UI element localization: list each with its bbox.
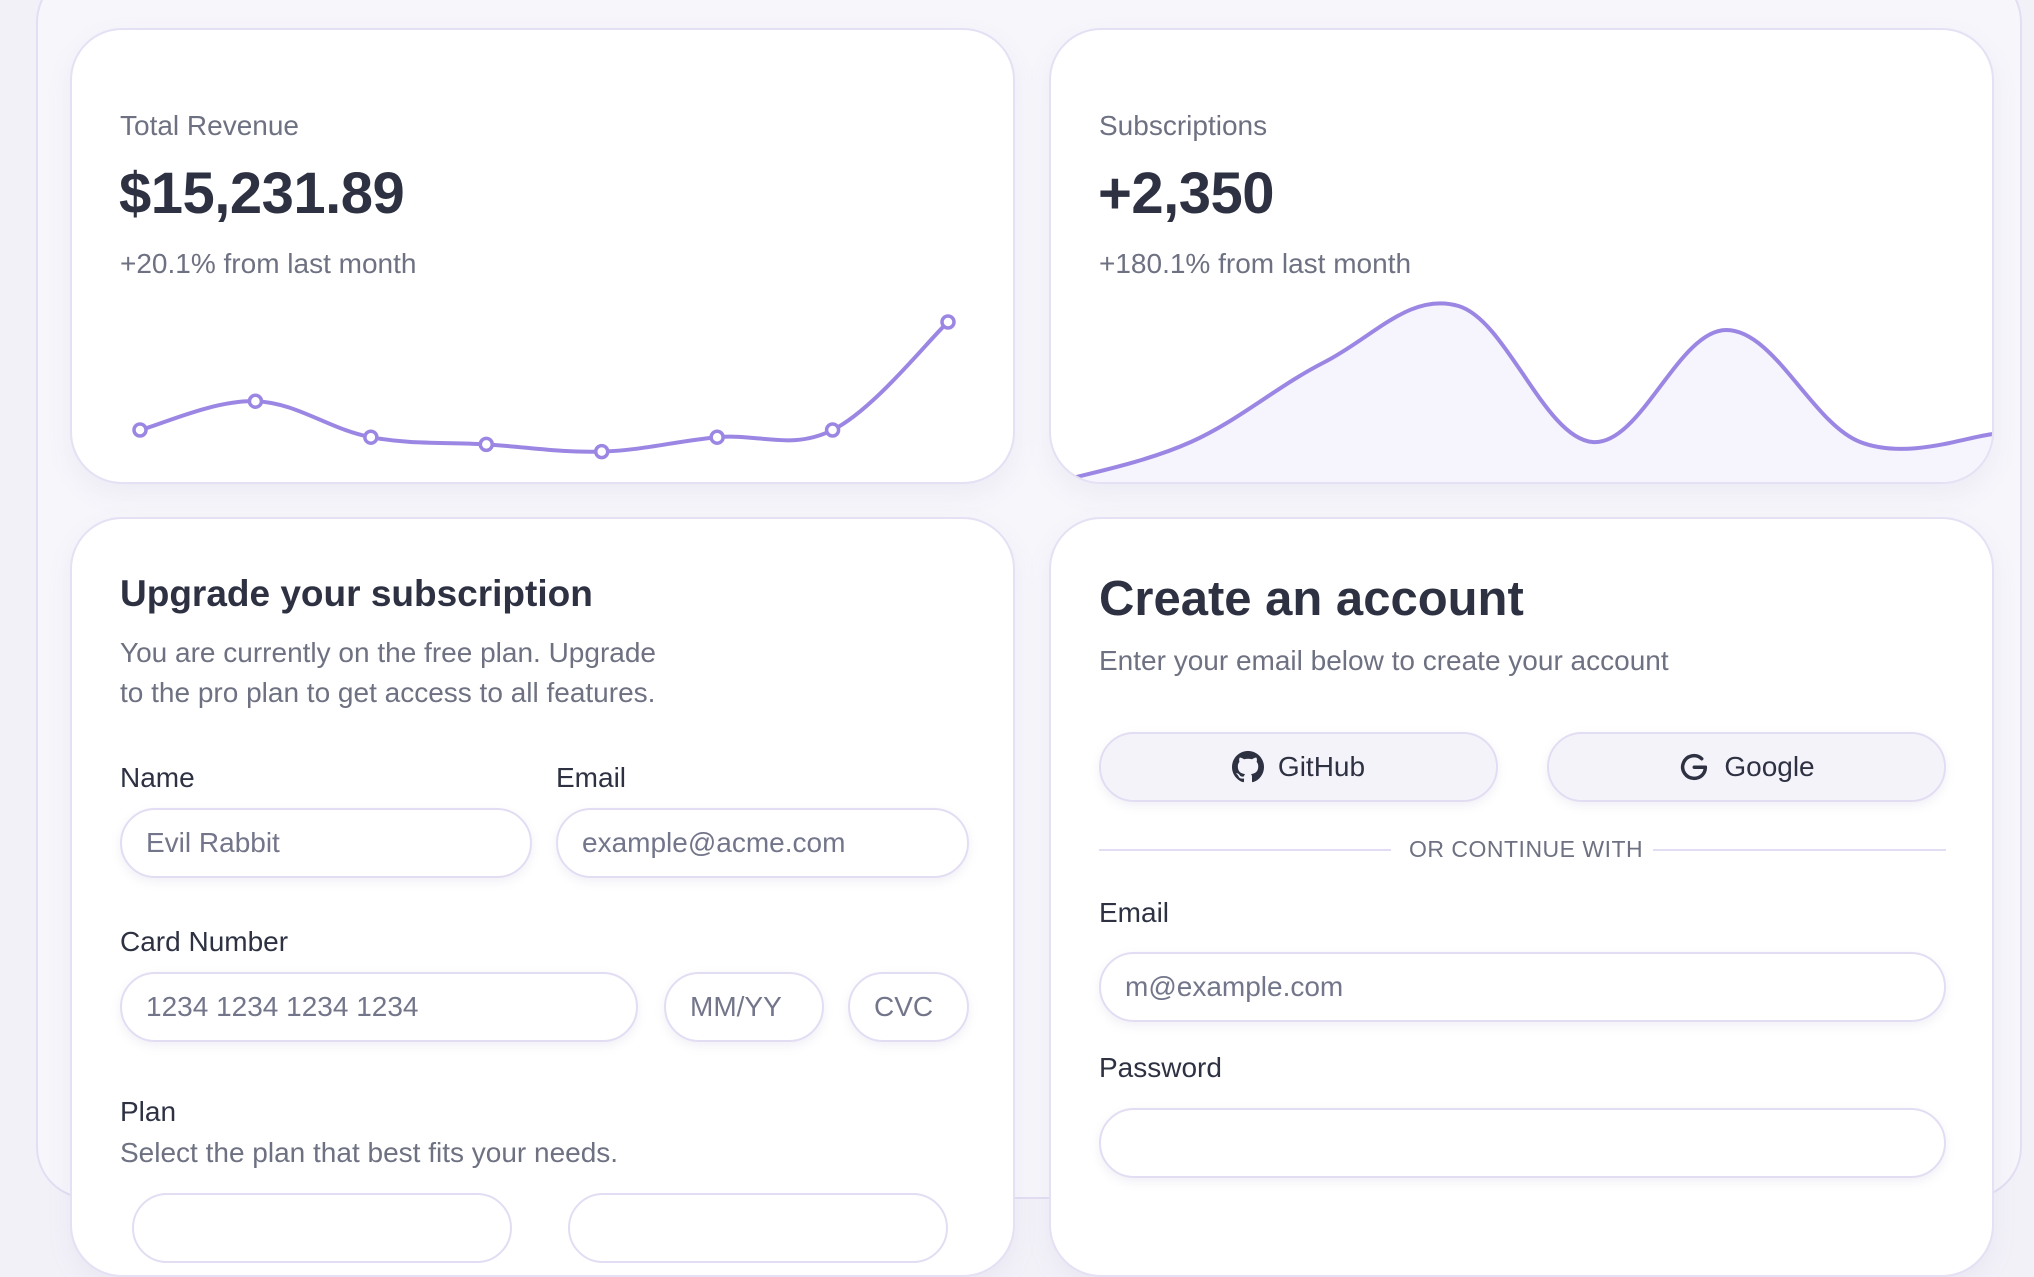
data-point: [593, 443, 610, 460]
plan-option-starter[interactable]: [132, 1193, 512, 1263]
name-label: Name: [120, 762, 195, 793]
create-account-card: Create an account Enter your email below…: [1049, 517, 1994, 1277]
data-point: [709, 429, 725, 445]
card-number-input[interactable]: 1234 1234 1234 1234: [120, 972, 638, 1042]
upgrade-description-line2: to the pro plan to get access to all fea…: [120, 677, 656, 708]
cvc-input[interactable]: CVC: [848, 972, 969, 1042]
subscriptions-area-chart: [1055, 301, 1992, 482]
divider-right: [1653, 849, 1946, 851]
data-point: [824, 422, 841, 438]
name-input[interactable]: Evil Rabbit: [120, 808, 532, 878]
data-point: [132, 422, 148, 438]
data-point: [247, 393, 264, 409]
upgrade-subscription-card: Upgrade your subscription You are curren…: [70, 517, 1015, 1277]
github-button[interactable]: GitHub: [1099, 732, 1498, 802]
google-icon: [1678, 751, 1710, 783]
google-label: Google: [1724, 751, 1815, 782]
account-email-label: Email: [1099, 897, 1170, 928]
github-label: GitHub: [1277, 751, 1366, 782]
account-subtitle: Enter your email below to create your ac…: [1099, 645, 1669, 676]
password-label: Password: [1099, 1052, 1222, 1083]
google-button[interactable]: Google: [1547, 732, 1946, 802]
series-area: [1057, 303, 1992, 482]
subscriptions-card: Subscriptions +2,350 +180.1% from last m…: [1049, 28, 1994, 484]
total-revenue-card: Total Revenue $15,231.89 +20.1% from las…: [70, 28, 1015, 484]
upgrade-title: Upgrade your subscription: [120, 573, 593, 614]
data-point: [478, 436, 495, 453]
email-input[interactable]: example@acme.com: [556, 808, 969, 878]
account-email-input[interactable]: m@example.com: [1099, 952, 1946, 1022]
plan-description: Select the plan that best fits your need…: [120, 1137, 619, 1168]
data-point: [363, 429, 379, 445]
upgrade-description-line1: You are currently on the free plan. Upgr…: [120, 637, 656, 668]
plan-label: Plan: [120, 1096, 177, 1127]
email-label: Email: [556, 762, 627, 793]
revenue-line-chart: [132, 314, 956, 460]
plan-option-pro[interactable]: [568, 1193, 948, 1263]
data-point: [940, 314, 956, 330]
divider-text: OR CONTINUE WITH: [1409, 836, 1644, 862]
divider-left: [1099, 849, 1391, 851]
expiry-input[interactable]: MM/YY: [664, 972, 824, 1042]
card-number-label: Card Number: [120, 926, 289, 957]
github-icon: [1231, 751, 1264, 783]
password-input[interactable]: [1099, 1108, 1946, 1178]
account-title: Create an account: [1099, 572, 1524, 626]
